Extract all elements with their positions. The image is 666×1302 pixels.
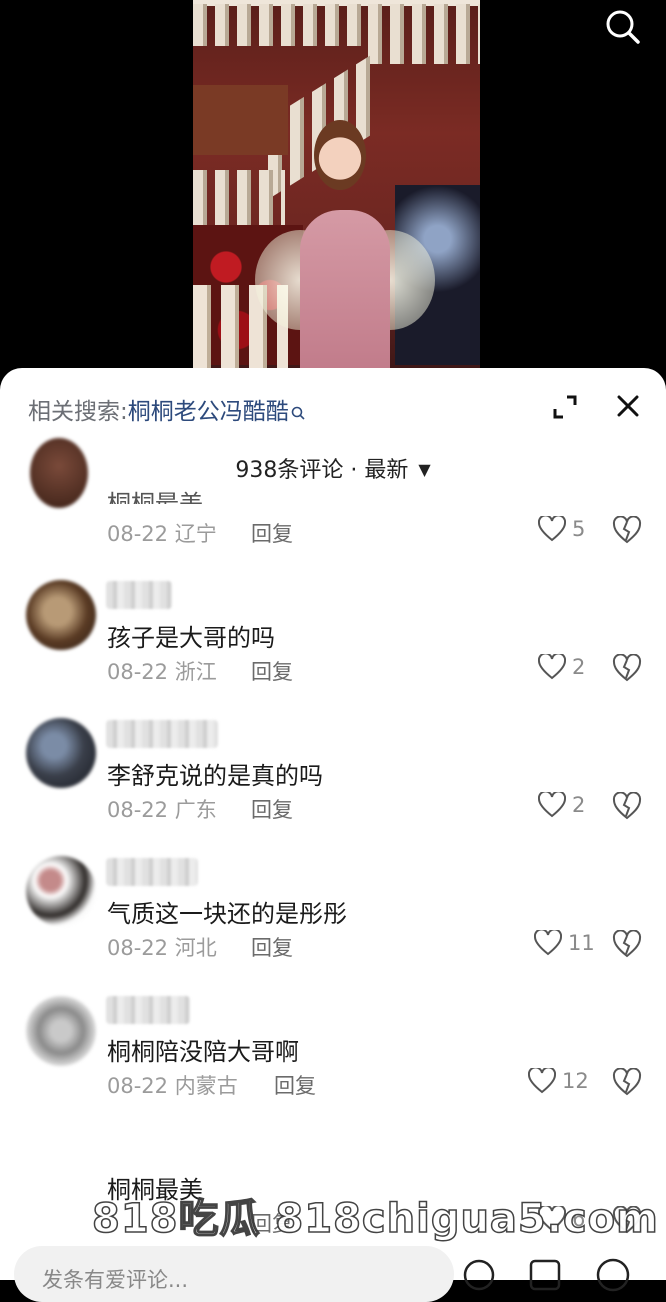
like-button[interactable]: 2 xyxy=(538,792,585,818)
dislike-button[interactable] xyxy=(612,1067,642,1098)
like-button[interactable]: 12 xyxy=(528,1068,589,1094)
avatar[interactable] xyxy=(26,996,96,1066)
comment-input-placeholder: 发条有爱评论... xyxy=(42,1268,189,1292)
broken-heart-icon xyxy=(612,653,642,682)
like-button[interactable]: 2 xyxy=(538,654,585,680)
comment-sheet: 相关搜索:桐桐老公冯酷酷 938条评论 · 最新 ▼ 桐桐最美 08-22 辽宁 … xyxy=(0,368,666,1280)
chevron-down-icon[interactable]: ▼ xyxy=(418,460,430,479)
username-blurred[interactable] xyxy=(106,581,172,609)
broken-heart-icon xyxy=(612,1067,642,1096)
like-count: 2 xyxy=(572,793,586,817)
comment-count: 938条评论 xyxy=(235,458,344,483)
dislike-button[interactable] xyxy=(612,929,642,960)
dislike-button[interactable] xyxy=(612,653,642,684)
like-count: 5 xyxy=(572,517,586,541)
person-head xyxy=(314,120,366,190)
heart-icon xyxy=(538,792,566,818)
like-button[interactable]: 5 xyxy=(538,516,585,542)
comment-text-cutoff: 桐桐最美 xyxy=(107,490,203,504)
comment-text: 孩子是大哥的吗 xyxy=(107,624,275,652)
like-count: 12 xyxy=(562,1069,589,1093)
reply-button[interactable]: 回复 xyxy=(251,794,293,824)
related-search-keyword[interactable]: 桐桐老公冯酷酷 xyxy=(128,399,289,425)
comment-meta: 08-22 河北 xyxy=(107,936,217,960)
reply-button[interactable]: 回复 xyxy=(251,656,293,686)
small-search-icon xyxy=(291,400,305,426)
stair-balusters xyxy=(193,170,285,225)
avatar[interactable] xyxy=(26,718,96,788)
expand-icon[interactable] xyxy=(552,394,578,420)
watermark: 818吃瓜 818chigua5.com xyxy=(91,1195,659,1243)
stair-balusters xyxy=(368,4,480,64)
reply-button[interactable]: 回复 xyxy=(251,932,293,962)
comment-meta: 08-22 辽宁 xyxy=(107,522,217,546)
dislike-button[interactable] xyxy=(612,515,642,546)
avatar[interactable] xyxy=(30,438,88,508)
like-count: 11 xyxy=(568,931,595,955)
at-mention-icon[interactable] xyxy=(460,1256,498,1294)
broken-heart-icon xyxy=(612,515,642,544)
comment-meta: 08-22 广东 xyxy=(107,798,217,822)
comment-text: 桐桐陪没陪大哥啊 xyxy=(107,1038,299,1066)
search-icon[interactable] xyxy=(602,6,642,46)
wall-painting xyxy=(193,85,288,155)
sort-separator: · xyxy=(350,458,358,483)
heart-icon xyxy=(534,930,562,956)
broken-heart-icon xyxy=(612,929,642,958)
heart-icon xyxy=(538,516,566,542)
sort-label[interactable]: 最新 xyxy=(364,458,408,483)
dress xyxy=(300,210,390,380)
reply-button[interactable]: 回复 xyxy=(274,1070,316,1100)
reply-button[interactable]: 回复 xyxy=(251,518,293,548)
username-blurred[interactable] xyxy=(106,720,218,748)
comment-meta: 08-22 浙江 xyxy=(107,660,217,684)
username-blurred[interactable] xyxy=(106,858,198,886)
like-count: 2 xyxy=(572,655,586,679)
comment-sort-bar[interactable]: 938条评论 · 最新 ▼ xyxy=(0,452,666,484)
avatar[interactable] xyxy=(26,856,96,926)
dislike-button[interactable] xyxy=(612,791,642,822)
comment-text: 李舒克说的是真的吗 xyxy=(107,762,323,790)
stair-balusters xyxy=(193,4,363,46)
avatar[interactable] xyxy=(26,580,96,650)
heart-icon xyxy=(528,1068,556,1094)
comment-meta: 08-22 内蒙古 xyxy=(107,1074,238,1098)
emoji-icon[interactable] xyxy=(594,1256,632,1294)
close-icon[interactable] xyxy=(614,392,642,420)
heart-icon xyxy=(538,654,566,680)
related-search-label: 相关搜索: xyxy=(28,399,128,425)
broken-heart-icon xyxy=(612,791,642,820)
like-button[interactable]: 11 xyxy=(534,930,595,956)
username-blurred[interactable] xyxy=(106,996,190,1024)
image-icon[interactable] xyxy=(526,1256,564,1294)
related-search[interactable]: 相关搜索:桐桐老公冯酷酷 xyxy=(28,392,305,426)
comment-input[interactable]: 发条有爱评论... xyxy=(14,1246,454,1302)
comment-text: 气质这一块还的是彤彤 xyxy=(107,900,347,928)
